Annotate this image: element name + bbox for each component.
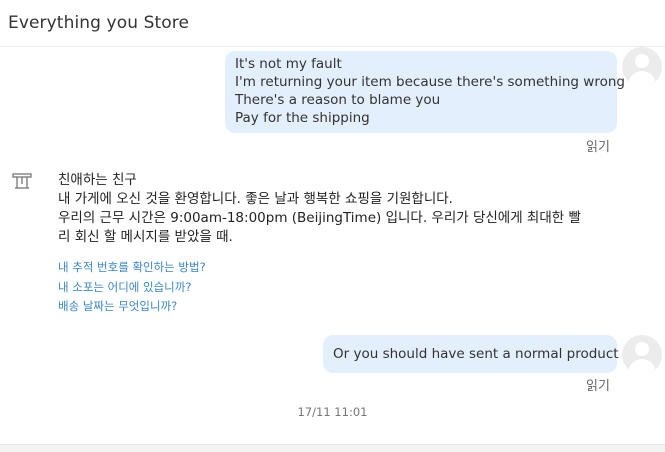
- user-avatar[interactable]: [622, 335, 662, 375]
- store-icon: [12, 173, 32, 189]
- message-line: Pay for the shipping: [235, 110, 370, 126]
- incoming-message: 친애하는 친구 내 가게에 오신 것을 환영합니다. 좋은 날과 행복한 쇼핑을…: [58, 171, 618, 247]
- chat-header: Everything you Store: [0, 0, 665, 47]
- message-timestamp: 17/11 11:01: [297, 405, 368, 419]
- input-area-border: [0, 444, 665, 452]
- user-avatar[interactable]: [622, 47, 662, 87]
- message-line: 우리의 근무 시간은 9:00am-18:00pm (BeijingTime) …: [58, 210, 581, 226]
- avatar-head-shape: [635, 54, 649, 68]
- message-line: It's not my fault: [235, 56, 342, 72]
- read-status: 읽기: [586, 140, 610, 155]
- message-line: 내 가게에 오신 것을 환영합니다. 좋은 날과 행복한 쇼핑을 기원합니다.: [58, 191, 453, 207]
- outgoing-message-bubble: It's not my fault I'm returning your ite…: [225, 51, 625, 133]
- avatar-head-shape: [635, 342, 649, 356]
- message-line: 리 회신 할 메시지를 받았을 때.: [58, 229, 233, 245]
- faq-link-delivery-date[interactable]: 배송 날짜는 무엇입니까?: [58, 297, 206, 317]
- avatar-torso-shape: [628, 359, 656, 375]
- faq-link-parcel-location[interactable]: 내 소포는 어디에 있습니까?: [58, 278, 206, 298]
- outgoing-message-bubble: Or you should have sent a normal product: [323, 335, 619, 373]
- message-line: 친애하는 친구: [58, 172, 137, 188]
- avatar-torso-shape: [628, 71, 656, 87]
- store-title: Everything you Store: [8, 13, 190, 33]
- chat-area[interactable]: It's not my fault I'm returning your ite…: [0, 47, 665, 445]
- message-line: I'm returning your item because there's …: [235, 74, 625, 90]
- faq-link-tracking-number[interactable]: 내 추적 번호를 확인하는 방법?: [58, 258, 206, 278]
- message-line: There's a reason to blame you: [235, 92, 441, 108]
- faq-links: 내 추적 번호를 확인하는 방법? 내 소포는 어디에 있습니까? 배송 날짜는…: [58, 258, 206, 317]
- read-status: 읽기: [586, 379, 610, 394]
